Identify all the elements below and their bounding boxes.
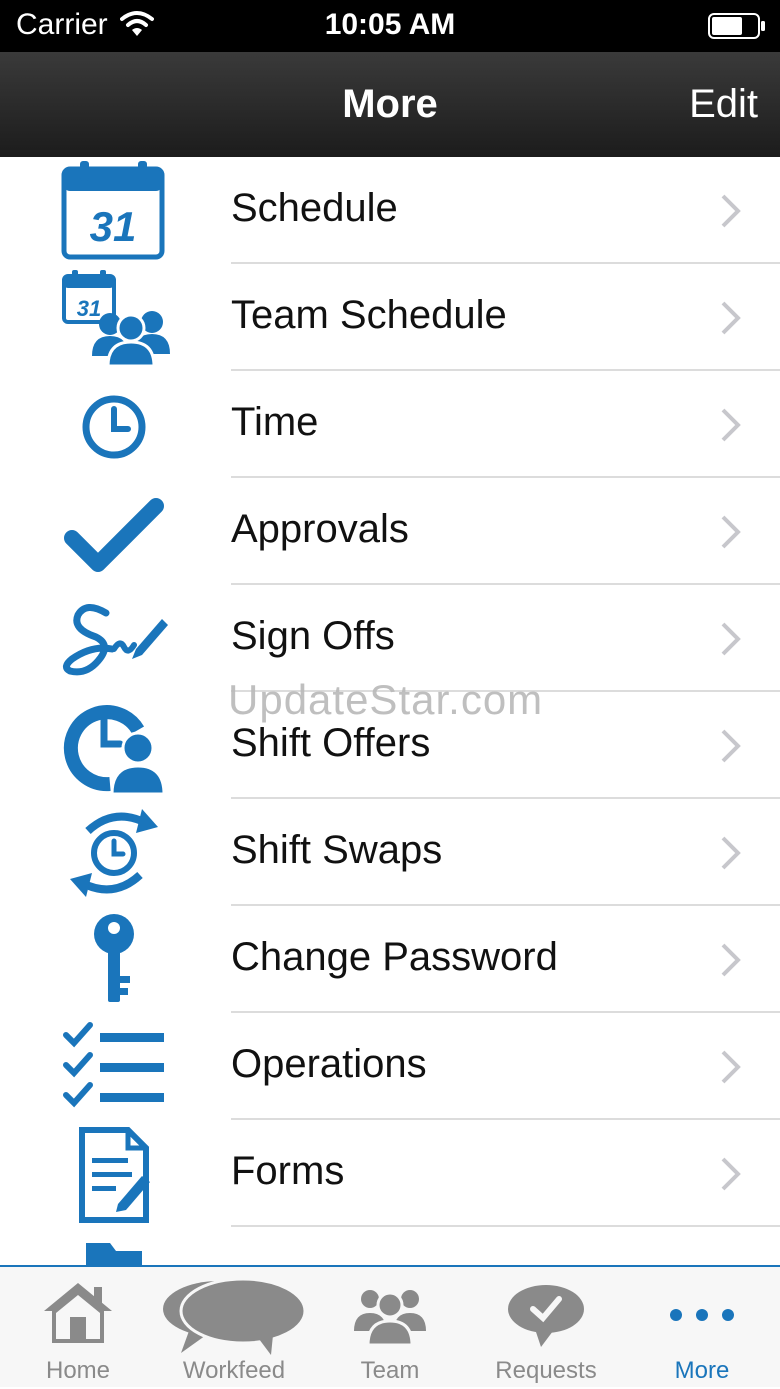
menu-item-change-password[interactable]: Change Password xyxy=(0,906,780,1013)
speech-bubbles-icon xyxy=(156,1271,312,1355)
chevron-right-icon xyxy=(721,1157,741,1191)
menu-item-label: Schedule xyxy=(231,186,398,230)
chevron-right-icon xyxy=(721,1050,741,1084)
shift-offer-icon xyxy=(58,694,170,798)
checklist-icon xyxy=(58,1015,170,1119)
tab-label: Home xyxy=(45,1357,111,1384)
chevron-right-icon xyxy=(721,515,741,549)
menu-item-forms[interactable]: Forms xyxy=(0,1120,780,1227)
edit-button[interactable]: Edit xyxy=(689,82,758,127)
menu-item-operations[interactable]: Operations xyxy=(0,1013,780,1120)
chevron-right-icon xyxy=(721,301,741,335)
form-icon xyxy=(58,1122,170,1226)
tab-workfeed[interactable]: Workfeed xyxy=(156,1267,312,1389)
page-title: More xyxy=(342,82,438,126)
tab-label: More xyxy=(674,1357,730,1384)
menu-item-approvals[interactable]: Approvals xyxy=(0,478,780,585)
watermark-text: UpdateStar.com xyxy=(228,676,544,723)
tab-label: Workfeed xyxy=(182,1357,286,1384)
more-dots-icon xyxy=(624,1271,780,1351)
home-icon xyxy=(0,1271,156,1351)
signature-icon xyxy=(58,587,170,691)
tab-label: Team xyxy=(360,1357,420,1384)
menu-item-label: Approvals xyxy=(231,507,409,551)
calendar-icon: 31 xyxy=(58,159,170,263)
menu-item-shift-swaps[interactable]: Shift Swaps xyxy=(0,799,780,906)
tab-label: Requests xyxy=(495,1357,597,1384)
menu-item-label: Team Schedule xyxy=(231,293,507,337)
team-calendar-icon: 31 xyxy=(58,266,170,370)
menu-item-time[interactable]: Time xyxy=(0,371,780,478)
menu-item-team-schedule[interactable]: 31 Team Schedule xyxy=(0,264,780,371)
checkmark-icon xyxy=(58,480,170,584)
menu-item-label: Shift Offers xyxy=(231,721,431,765)
chevron-right-icon xyxy=(721,408,741,442)
clock-icon xyxy=(58,373,170,477)
menu-item-label: Sign Offs xyxy=(231,614,395,658)
menu-item-label: Forms xyxy=(231,1149,345,1193)
menu-item-label: Change Password xyxy=(231,935,558,979)
chevron-right-icon xyxy=(721,622,741,656)
chevron-right-icon xyxy=(721,729,741,763)
menu-item-partial[interactable] xyxy=(0,1227,780,1265)
key-icon xyxy=(58,908,170,1012)
chevron-right-icon xyxy=(721,194,741,228)
request-check-icon xyxy=(468,1271,624,1351)
menu-item-label: Shift Swaps xyxy=(231,828,443,872)
menu-item-label: Operations xyxy=(231,1042,427,1086)
team-icon xyxy=(312,1271,468,1351)
menu-item-label: Time xyxy=(231,400,319,444)
chevron-right-icon xyxy=(721,836,741,870)
folder-icon xyxy=(58,1229,170,1265)
shift-swap-icon xyxy=(58,801,170,905)
tab-bar: Home Workfeed Team Requests More xyxy=(0,1265,780,1387)
menu-item-schedule[interactable]: 31 Schedule xyxy=(0,157,780,264)
tab-requests[interactable]: Requests xyxy=(468,1267,624,1389)
calendar-day-number: 31 xyxy=(90,203,137,250)
calendar-day-number: 31 xyxy=(77,296,101,321)
chevron-right-icon xyxy=(721,943,741,977)
battery-icon xyxy=(708,13,766,44)
tab-team[interactable]: Team xyxy=(312,1267,468,1389)
status-bar: Carrier 10:05 AM xyxy=(0,0,780,52)
tab-home[interactable]: Home xyxy=(0,1267,156,1389)
status-time: 10:05 AM xyxy=(324,8,456,41)
tab-more[interactable]: More xyxy=(624,1267,780,1389)
navigation-bar: More Edit xyxy=(0,52,780,157)
